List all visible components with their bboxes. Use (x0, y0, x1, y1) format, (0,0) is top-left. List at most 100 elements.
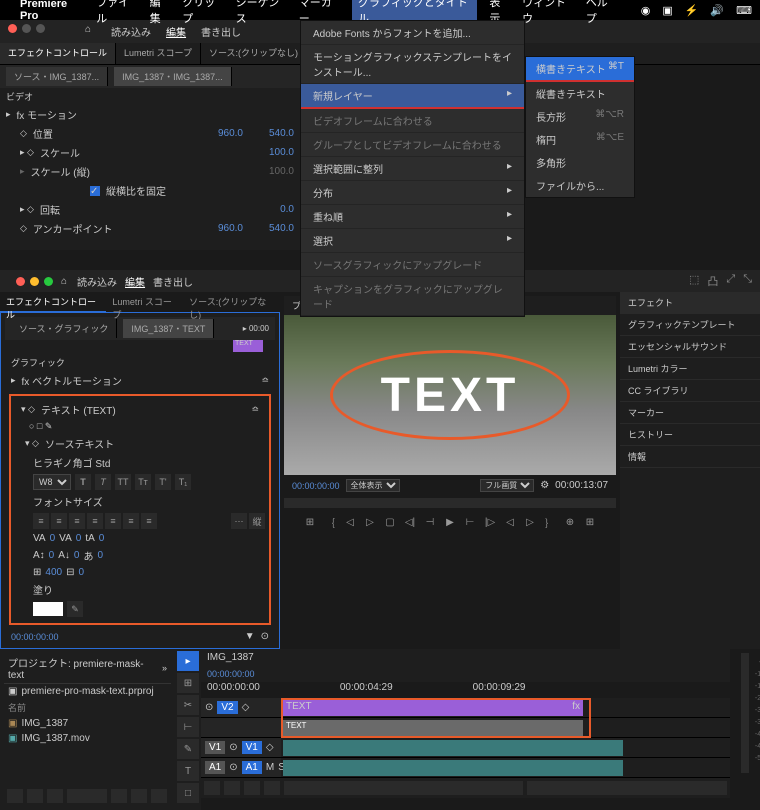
project-tab[interactable]: プロジェクト: premiere-mask-text (8, 655, 158, 681)
submenu-rectangle[interactable]: 長方形⌘⌥R (526, 105, 634, 128)
prop-anchor[interactable]: ◇ アンカーポイント960.0540.0 (0, 219, 300, 238)
align-middle-button[interactable]: ≡ (123, 513, 139, 529)
panel-lumetri-color[interactable]: Lumetri カラー (620, 358, 760, 380)
allcaps-button[interactable]: TT (115, 474, 131, 490)
filter-icon[interactable]: ▼ (245, 631, 255, 642)
freeform-view-icon[interactable] (47, 789, 63, 803)
home-icon[interactable]: ⌂ (61, 276, 67, 287)
program-scrubber[interactable] (284, 498, 616, 508)
play-button[interactable]: ▶ (442, 514, 458, 530)
close-icon[interactable] (16, 277, 25, 286)
fullscreen-icon[interactable]: ⤡ (743, 273, 752, 289)
bold-button[interactable]: T (75, 474, 91, 490)
menu-window[interactable]: ウィンドウ (522, 0, 574, 26)
panel-essential-sound[interactable]: エッセンシャルサウンド (620, 336, 760, 358)
trash-icon[interactable] (151, 789, 167, 803)
superscript-button[interactable]: T' (155, 474, 171, 490)
menu-sequence[interactable]: シーケンス (236, 0, 287, 26)
minimize-icon[interactable] (22, 24, 31, 33)
source-tab-1[interactable]: ソース・IMG_1387... (6, 67, 108, 86)
add-marker-button[interactable]: ⊞ (302, 514, 318, 530)
width-value[interactable]: 400 (45, 567, 62, 578)
clip-text-gray[interactable]: TEXT (283, 720, 583, 736)
align-center-button[interactable]: ≡ (51, 513, 67, 529)
panel-effects[interactable]: エフェクト (620, 292, 760, 314)
mask-icons[interactable]: ○ □ ✎ (15, 419, 265, 434)
home-icon[interactable]: ⌂ (85, 24, 91, 39)
font-weight-select[interactable]: W8 (33, 474, 71, 490)
options-icon[interactable]: ⋯ (231, 513, 247, 529)
maximize-icon[interactable] (36, 24, 45, 33)
submenu-ellipse[interactable]: 楕円⌘⌥E (526, 128, 634, 151)
tab-source[interactable]: ソース:(クリップなし) (201, 43, 307, 64)
display-icon[interactable]: ▣ (662, 4, 672, 17)
new-item-icon[interactable] (131, 789, 147, 803)
baseline-value[interactable]: 0 (74, 550, 80, 561)
workspace-icon[interactable]: ⬚ (689, 273, 699, 289)
maximize-icon[interactable] (44, 277, 53, 286)
razor-tool[interactable]: ✂ (177, 695, 199, 715)
column-name[interactable]: 名前 (4, 699, 171, 716)
time-ruler[interactable]: 00:00:00:00 00:00:04:29 00:00:09:29 (201, 682, 730, 698)
submenu-vertical-text[interactable]: 縦書きテキスト (526, 82, 634, 105)
program-tc-left[interactable]: 00:00:00:00 (292, 481, 340, 491)
prop-uniform-scale[interactable]: ✓縦横比を固定 (0, 181, 300, 200)
program-preview[interactable]: TEXT (284, 315, 616, 475)
italic-button[interactable]: T (95, 474, 111, 490)
workspace-export[interactable]: 書き出し (153, 274, 193, 289)
step-back-button[interactable]: ▷ (362, 514, 378, 530)
zoom-slider[interactable] (67, 789, 107, 803)
tsume-value[interactable]: 0 (99, 533, 105, 544)
kerning-value[interactable]: 0 (50, 533, 56, 544)
slip-tool[interactable]: ⊢ (177, 717, 199, 737)
align-justify-button[interactable]: ≡ (87, 513, 103, 529)
clip-video-v1[interactable] (283, 740, 623, 756)
source-tab-text[interactable]: IMG_1387・TEXT (123, 319, 214, 338)
project-item-sequence[interactable]: ▣IMG_1387 (4, 716, 171, 731)
tab-source[interactable]: ソース:(クリップなし) (183, 292, 280, 312)
timeline-timecode[interactable]: 00:00:00:00 (207, 669, 255, 679)
fill-color-swatch[interactable] (33, 602, 63, 616)
prop-rotation[interactable]: ▸ ◇ 回転0.0 (0, 200, 300, 219)
list-view-icon[interactable] (7, 789, 23, 803)
type-tool[interactable]: T (177, 761, 199, 781)
clip-text-v2[interactable]: TEXT fx (283, 700, 583, 716)
source-text[interactable]: ▾ ◇ ソーステキスト (15, 434, 265, 453)
eyedropper-icon[interactable]: ✎ (67, 601, 83, 617)
prop-motion[interactable]: ▸ fx モーション (0, 105, 300, 124)
settings-icon[interactable] (264, 781, 280, 795)
go-to-out-button[interactable]: ▷ (522, 514, 538, 530)
go-to-in-button[interactable]: ◁ (342, 514, 358, 530)
quality-select[interactable]: フル画質 (480, 479, 534, 492)
linked-selection-icon[interactable] (224, 781, 240, 795)
menu-adobe-fonts[interactable]: Adobe Fonts からフォントを追加... (301, 21, 524, 45)
align-right-button[interactable]: ≡ (69, 513, 85, 529)
align-left-button[interactable]: ≡ (33, 513, 49, 529)
aki-value[interactable]: 0 (97, 550, 103, 561)
share-icon[interactable]: 凸 (707, 273, 718, 289)
zoom-scrollbar[interactable] (527, 781, 727, 795)
vector-motion[interactable]: ▸ fx ベクトルモーション≏ (5, 371, 275, 390)
rectangle-tool[interactable]: □ (177, 783, 199, 803)
menu-help[interactable]: ヘルプ (586, 0, 617, 26)
track-v2b[interactable]: TEXT (201, 718, 730, 738)
text-section[interactable]: ▾ ◇ テキスト (TEXT)≏ (15, 400, 265, 419)
mark-out-button[interactable]: ｝ (542, 514, 558, 530)
close-icon[interactable] (8, 24, 17, 33)
subscript-button[interactable]: T₁ (175, 474, 191, 490)
font-name[interactable]: ヒラギノ角ゴ Std (33, 455, 110, 470)
clip-audio-a1[interactable] (283, 760, 623, 776)
submenu-horizontal-text[interactable]: 横書きテキスト⌘T (526, 57, 634, 82)
track-a1[interactable]: A1⊙A1MS (201, 758, 730, 778)
timecode[interactable]: 00:00:00:00 (11, 632, 59, 642)
submenu-from-file[interactable]: ファイルから... (526, 174, 634, 197)
menu-file[interactable]: ファイル (96, 0, 137, 26)
align-top-button[interactable]: ≡ (105, 513, 121, 529)
source-tab-graphic[interactable]: ソース・グラフィック (11, 319, 117, 338)
pen-tool[interactable]: ✎ (177, 739, 199, 759)
submenu-polygon[interactable]: 多角形 (526, 151, 634, 174)
minimize-icon[interactable] (30, 277, 39, 286)
tategaki-icon[interactable]: 縦 (249, 513, 265, 529)
panel-markers[interactable]: マーカー (620, 402, 760, 424)
menu-app[interactable]: Premiere Pro (20, 0, 84, 22)
